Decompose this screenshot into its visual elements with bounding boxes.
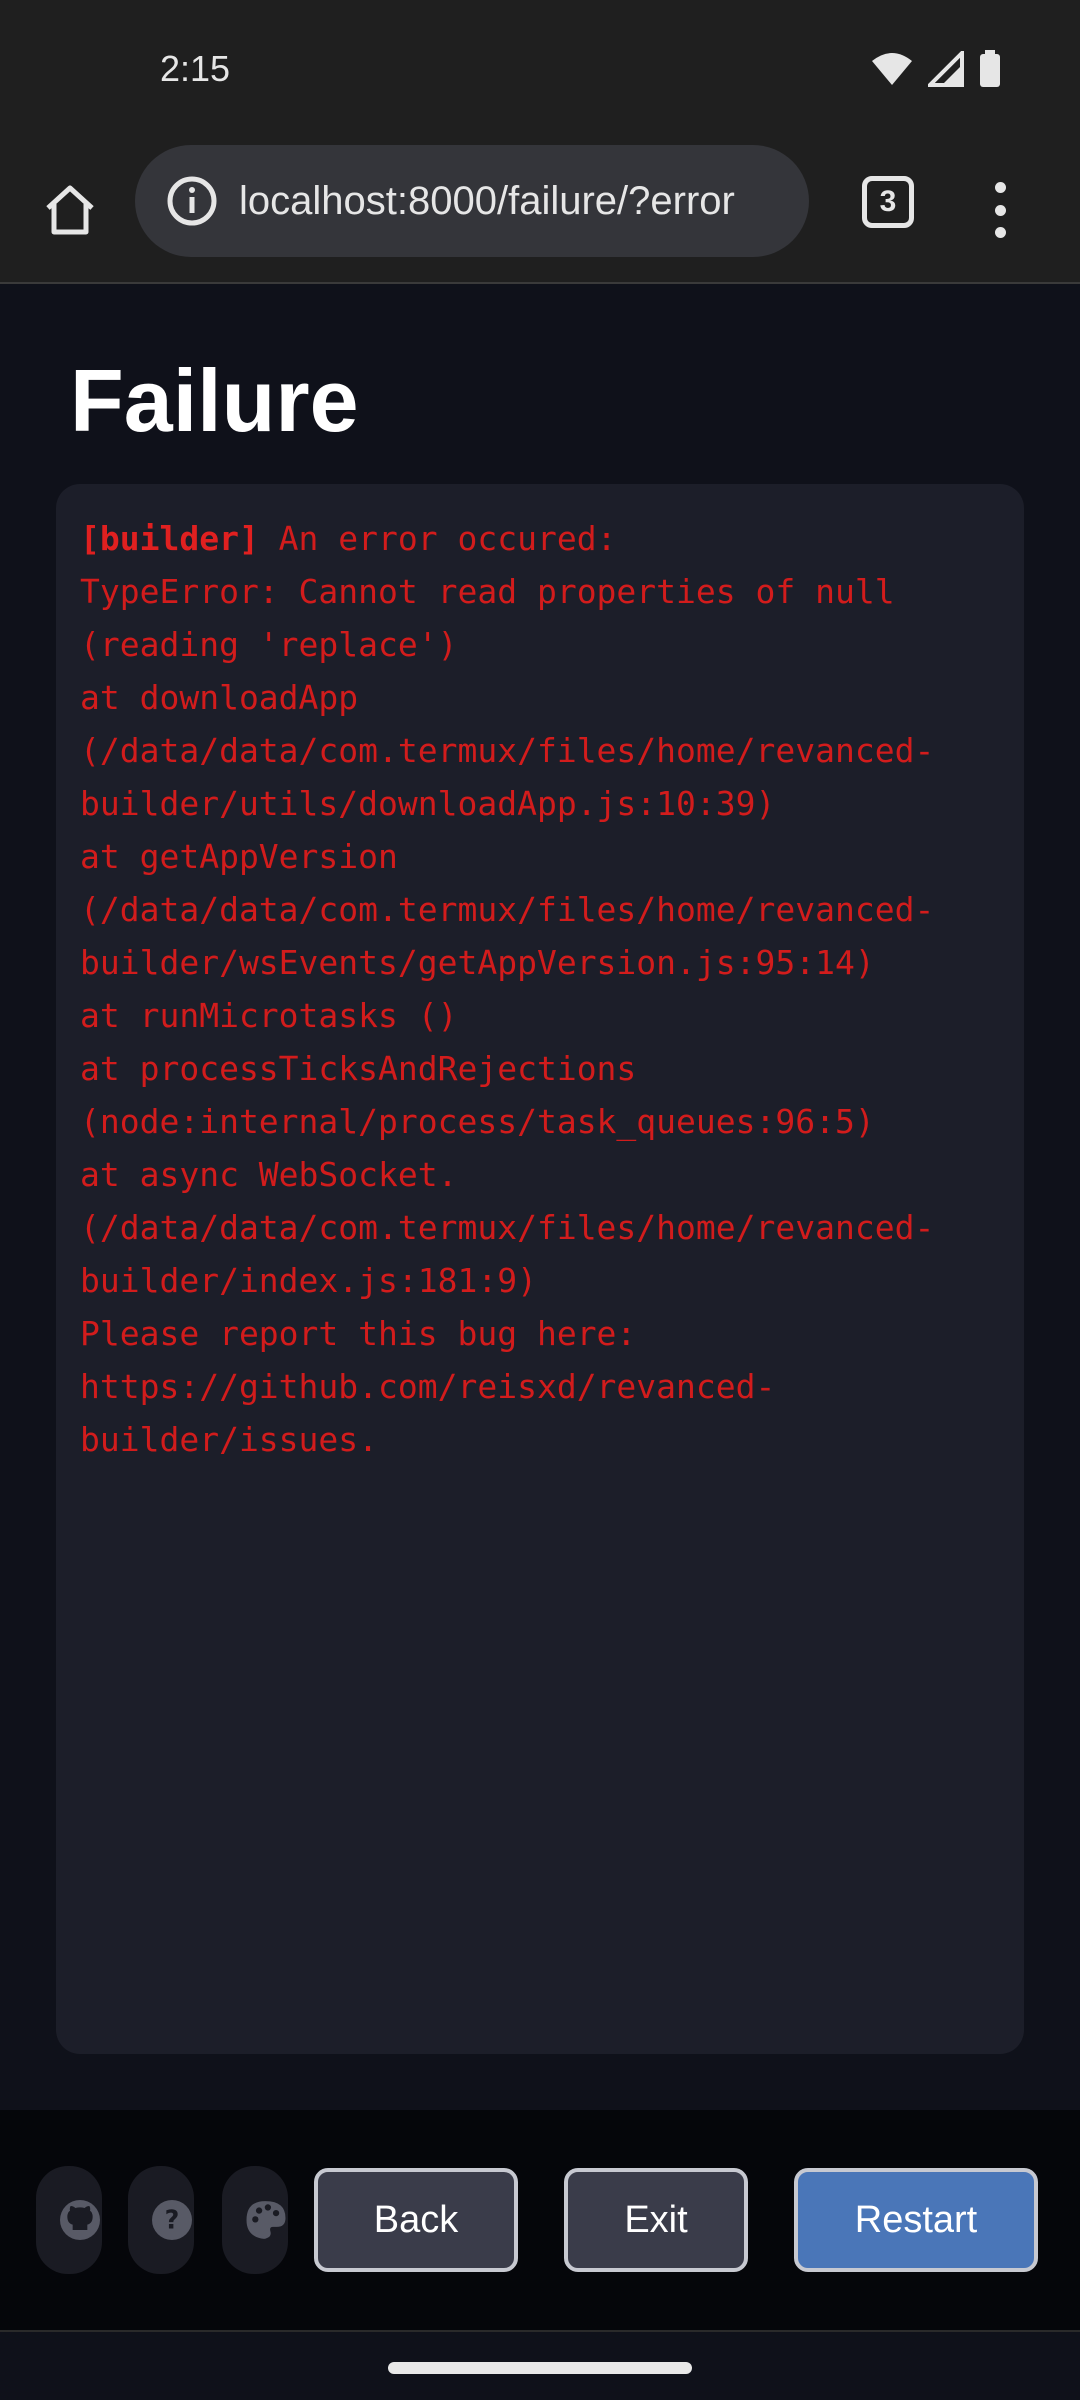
navigation-bar <box>0 2332 1080 2400</box>
log-message: An error occured: <box>258 519 617 558</box>
log-line: (/data/data/com.termux/files/home/revanc… <box>80 1208 935 1247</box>
svg-text:?: ? <box>165 2205 180 2235</box>
home-icon <box>46 185 94 235</box>
log-line: Please report this bug here: <box>80 1314 637 1353</box>
home-button[interactable] <box>30 170 110 250</box>
restart-button[interactable]: Restart <box>794 2168 1038 2272</box>
url-bar[interactable]: localhost:8000/failure/?error <box>135 145 809 257</box>
log-line: https://github.com/reisxd/revanced- <box>80 1367 776 1406</box>
signal-icon <box>928 51 964 87</box>
github-icon <box>60 2200 100 2240</box>
log-line: builder/issues. <box>80 1420 379 1459</box>
help-button[interactable]: ? <box>128 2166 194 2274</box>
tab-switcher-button[interactable]: 3 <box>862 176 914 228</box>
log-line: at processTicksAndRejections <box>80 1049 637 1088</box>
exit-button[interactable]: Exit <box>564 2168 748 2272</box>
page-content: Failure [builder] An error occured: Type… <box>0 284 1080 2110</box>
log-line: (reading 'replace') <box>80 625 458 664</box>
error-log: [builder] An error occured: TypeError: C… <box>56 484 1024 2054</box>
battery-icon <box>980 50 1000 87</box>
status-time: 2:15 <box>160 48 231 89</box>
status-icons <box>870 50 1002 88</box>
log-line: TypeError: Cannot read properties of nul… <box>80 572 895 611</box>
log-line: at runMicrotasks () <box>80 996 458 1035</box>
status-bar: 2:15 <box>0 0 1080 140</box>
home-indicator[interactable] <box>388 2362 692 2374</box>
back-button[interactable]: Back <box>314 2168 518 2272</box>
log-line: builder/index.js:181:9) <box>80 1261 537 1300</box>
wifi-icon <box>872 53 912 85</box>
log-line: [builder] An error occured: <box>80 512 1000 565</box>
theme-button[interactable] <box>222 2166 288 2274</box>
palette-icon <box>246 2201 286 2239</box>
log-line: builder/wsEvents/getAppVersion.js:95:14) <box>80 943 875 982</box>
log-line: (/data/data/com.termux/files/home/revanc… <box>80 731 935 770</box>
page-title: Failure <box>70 351 359 450</box>
url-text[interactable]: localhost:8000/failure/?error <box>239 179 735 224</box>
more-options-icon[interactable] <box>980 170 1020 250</box>
log-line: builder/utils/downloadApp.js:10:39) <box>80 784 776 823</box>
log-line: at getAppVersion <box>80 837 398 876</box>
help-icon: ? <box>152 2200 192 2240</box>
site-info-icon[interactable] <box>165 174 219 228</box>
log-line: at downloadApp <box>80 678 359 717</box>
bottom-action-bar: ? Back Exit Restart <box>0 2110 1080 2332</box>
log-tag: [builder] <box>80 519 259 558</box>
log-line: at async WebSocket. <box>80 1155 458 1194</box>
browser-toolbar: localhost:8000/failure/?error 3 <box>0 140 1080 284</box>
log-line: (node:internal/process/task_queues:96:5) <box>80 1102 875 1141</box>
github-button[interactable] <box>36 2166 102 2274</box>
log-line: (/data/data/com.termux/files/home/revanc… <box>80 890 935 929</box>
